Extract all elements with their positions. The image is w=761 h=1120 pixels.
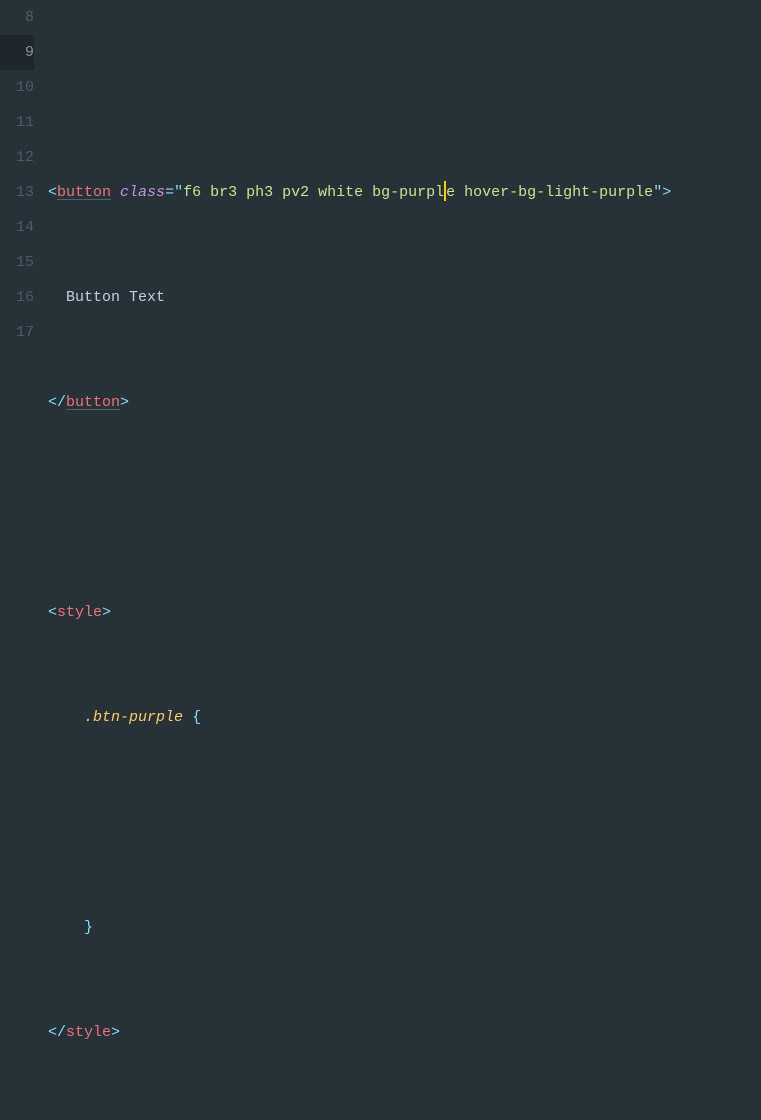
line-number: 15 [0, 245, 34, 280]
code-line[interactable]: <style> [48, 595, 761, 630]
line-number: 11 [0, 105, 34, 140]
attr-name: class [120, 184, 165, 201]
line-number-gutter: 8 9 10 11 12 13 14 15 16 17 [0, 0, 44, 578]
text-content: Button Text [48, 289, 165, 306]
attr-value: f6 br3 ph3 pv2 white bg-purpl [183, 184, 444, 201]
css-selector: .btn-purple [84, 709, 183, 726]
code-area[interactable]: <button class="f6 br3 ph3 pv2 white bg-p… [44, 0, 761, 578]
line-number: 13 [0, 175, 34, 210]
line-number: 8 [0, 0, 34, 35]
code-line[interactable]: </style> [48, 1015, 761, 1050]
line-number: 16 [0, 280, 34, 315]
code-line[interactable]: <button class="f6 br3 ph3 pv2 white bg-p… [48, 175, 761, 210]
code-line[interactable]: } [48, 910, 761, 945]
tag-name: style [57, 604, 102, 621]
line-number: 12 [0, 140, 34, 175]
line-number: 14 [0, 210, 34, 245]
tag-name: style [66, 1024, 111, 1041]
attr-value: e hover-bg-light-purple [446, 184, 653, 201]
code-line[interactable]: Button Text [48, 280, 761, 315]
code-editor[interactable]: 8 9 10 11 12 13 14 15 16 17 <button clas… [0, 0, 761, 578]
code-line[interactable] [48, 805, 761, 840]
code-line[interactable]: .btn-purple { [48, 700, 761, 735]
code-line[interactable] [48, 490, 761, 525]
tag-name: button [66, 394, 120, 411]
line-number: 10 [0, 70, 34, 105]
code-line[interactable]: </button> [48, 385, 761, 420]
code-line[interactable] [48, 70, 761, 105]
tag-name: button [57, 184, 111, 201]
line-number: 9 [0, 35, 34, 70]
line-number: 17 [0, 315, 34, 350]
